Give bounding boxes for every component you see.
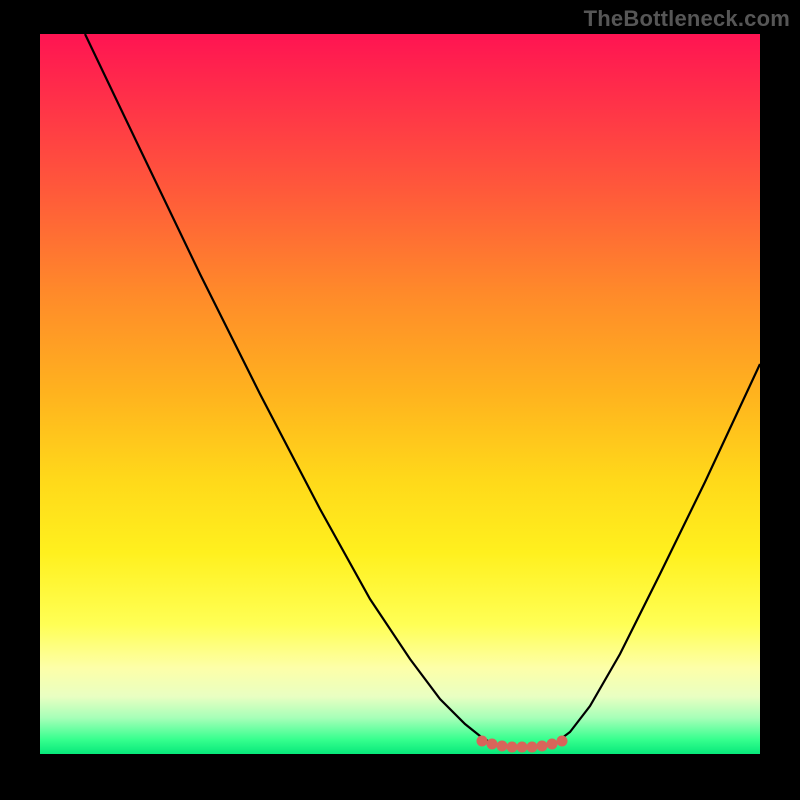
dot-point xyxy=(477,736,488,747)
dot-point xyxy=(547,739,558,750)
left-curve-line xyxy=(85,34,488,741)
dot-point xyxy=(487,739,498,750)
watermark-text: TheBottleneck.com xyxy=(584,6,790,32)
dot-point xyxy=(537,741,548,752)
chart-svg xyxy=(40,34,760,754)
dot-point xyxy=(507,742,518,753)
bottom-dots xyxy=(477,736,568,753)
dot-point xyxy=(497,741,508,752)
dot-point xyxy=(517,742,528,753)
right-curve-line xyxy=(558,364,760,741)
chart-frame: TheBottleneck.com xyxy=(0,0,800,800)
dot-point xyxy=(527,742,538,753)
dot-point xyxy=(557,736,568,747)
plot-area xyxy=(40,34,760,754)
